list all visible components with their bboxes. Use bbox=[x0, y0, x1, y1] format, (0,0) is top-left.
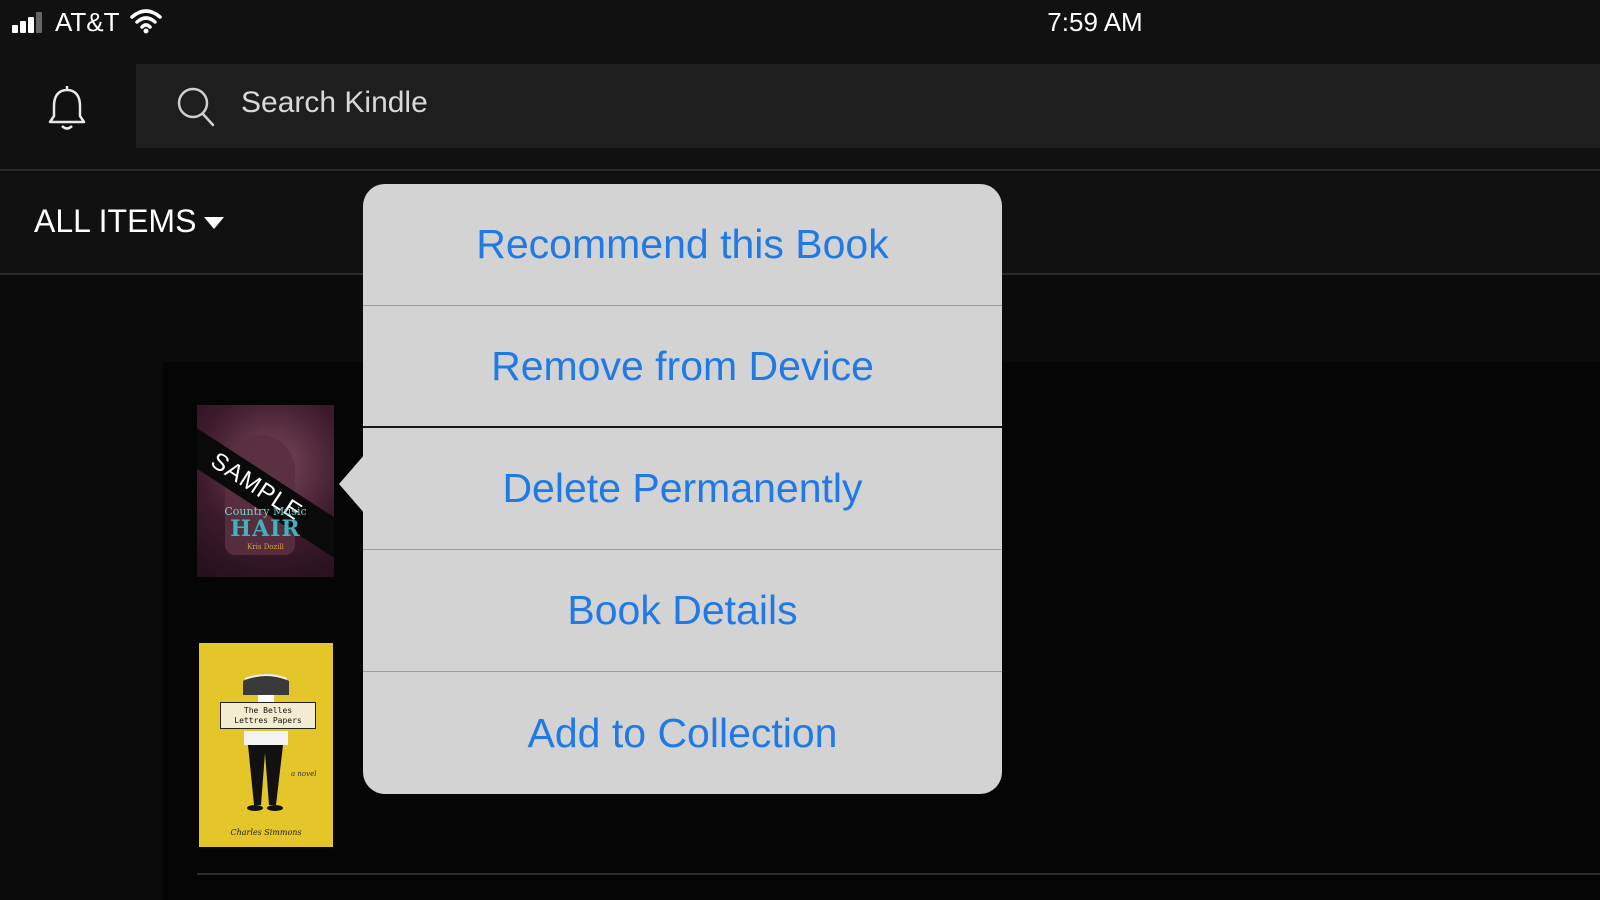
bell-icon[interactable] bbox=[45, 84, 89, 132]
all-items-label: ALL ITEMS bbox=[34, 203, 197, 239]
book-cover-country-music-hair[interactable]: SAMPLE Country Music HAIR Kris Dozill bbox=[197, 405, 334, 577]
search-icon bbox=[177, 87, 215, 127]
cover-title-plate: The Belles Lettres Papers bbox=[220, 702, 316, 729]
search-input[interactable]: Search Kindle bbox=[241, 86, 428, 120]
caret-down-icon bbox=[204, 216, 225, 229]
all-items-dropdown[interactable]: ALL ITEMS bbox=[34, 203, 225, 240]
cover-title-line1: The Belles bbox=[243, 706, 293, 715]
delete-permanently-button[interactable]: Delete Permanently bbox=[363, 428, 1002, 550]
popover-arrow bbox=[339, 454, 365, 514]
add-to-collection-button[interactable]: Add to Collection bbox=[363, 672, 1002, 794]
status-time: 7:59 AM bbox=[1047, 7, 1143, 37]
cover-title-line2: HAIR bbox=[230, 516, 301, 542]
divider bbox=[197, 873, 1600, 875]
search-bar[interactable]: Search Kindle bbox=[136, 64, 1600, 148]
cover-author: Kris Dozill bbox=[247, 543, 284, 551]
kindle-library-screen: AT&T 7:59 AM Search Kindle ALL ITEMS SAM… bbox=[0, 0, 1600, 900]
status-bar: AT&T 7:59 AM bbox=[0, 0, 1600, 46]
remove-from-device-button[interactable]: Remove from Device bbox=[363, 306, 1002, 428]
top-bar: Search Kindle bbox=[0, 46, 1600, 171]
cover-subtitle: a novel bbox=[291, 770, 317, 778]
book-cover-belles-lettres-papers[interactable]: The Belles Lettres Papers a novel Charle… bbox=[199, 643, 333, 847]
book-details-button[interactable]: Book Details bbox=[363, 550, 1002, 672]
cover-author: Charles Simmons bbox=[230, 828, 302, 837]
recommend-book-button[interactable]: Recommend this Book bbox=[363, 184, 1002, 306]
cover-illustration bbox=[243, 674, 289, 811]
cover-title-line2: Lettres Papers bbox=[234, 716, 302, 725]
book-context-menu: Recommend this Book Remove from Device D… bbox=[363, 184, 1002, 794]
